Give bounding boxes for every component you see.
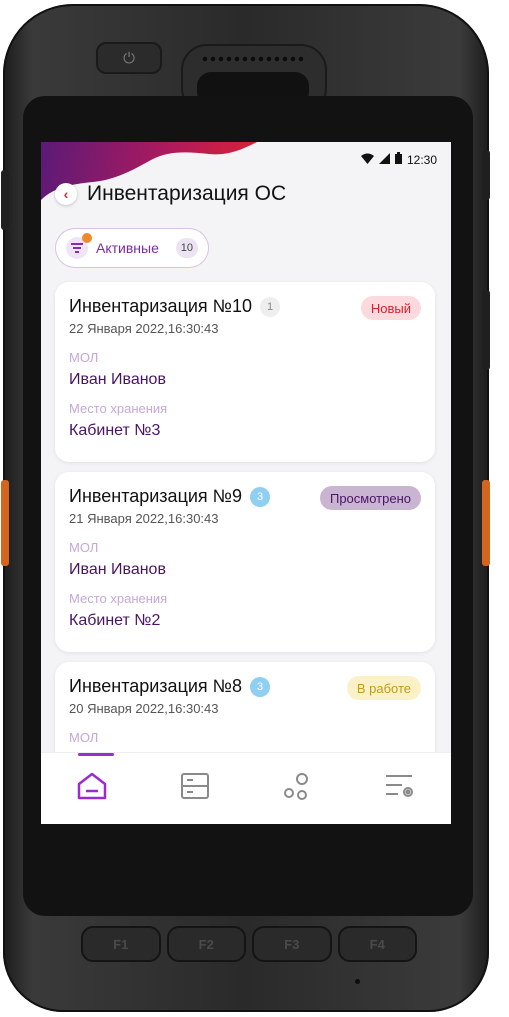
filter-indicator-dot [82, 233, 92, 243]
filter-count-badge: 10 [175, 238, 198, 258]
inventory-card[interactable]: Инвентаризация №10 1 Новый 22 Января 202… [55, 282, 435, 462]
f2-key[interactable]: F2 [166, 926, 246, 962]
storage-label: Место хранения [69, 401, 168, 416]
signal-icon [378, 152, 390, 167]
status-badge: В работе [346, 676, 421, 700]
clock: 12:30 [406, 152, 437, 167]
nav-circles[interactable] [267, 753, 327, 825]
speaker-grille [201, 54, 305, 64]
filter-chip[interactable]: Активные 10 [55, 228, 209, 268]
settings-list-icon [384, 772, 416, 805]
filter-icon [66, 233, 92, 259]
app-header: ‹ Инвентаризация ОС [55, 182, 286, 206]
page-title: Инвентаризация ОС [87, 182, 287, 205]
nav-home[interactable] [62, 752, 122, 825]
mol-label: МОЛ [69, 540, 99, 555]
card-count-badge: 3 [250, 486, 271, 507]
card-date: 21 Января 2022,16:30:43 [69, 511, 219, 526]
status-bar: 12:30 [360, 152, 437, 167]
function-keys: F1 F2 F3 F4 [81, 926, 417, 962]
mol-label: МОЛ [69, 730, 99, 745]
filter-label: Активные [96, 240, 159, 256]
left-scan-key[interactable] [1, 480, 9, 566]
battery-icon [394, 152, 402, 167]
microphone [355, 979, 360, 984]
mol-value: Иван Иванов [69, 371, 166, 388]
card-date: 20 Января 2022,16:30:43 [69, 701, 219, 716]
volume-key[interactable] [482, 290, 490, 370]
storage-value: Кабинет №3 [69, 422, 161, 439]
nav-settings[interactable] [370, 753, 430, 825]
storage-value: Кабинет №2 [69, 612, 161, 629]
f3-key[interactable]: F3 [252, 926, 332, 962]
card-count-badge: 1 [260, 296, 281, 317]
mol-value: Иван Иванов [69, 561, 166, 578]
circles-icon [282, 771, 312, 806]
card-title: Инвентаризация №8 [69, 676, 243, 696]
chevron-left-icon: ‹ [63, 186, 69, 202]
f4-key[interactable]: F4 [337, 926, 417, 962]
right-side-key-top[interactable] [482, 150, 490, 200]
app-screen: 12:30 ‹ Инвентаризация ОС Активные 10 Ин… [41, 142, 451, 824]
home-icon [76, 771, 108, 806]
power-button[interactable]: ⏻ [96, 42, 162, 74]
card-title: Инвентаризация №10 [69, 296, 253, 316]
back-button[interactable]: ‹ [55, 183, 77, 205]
card-date: 22 Января 2022,16:30:43 [69, 321, 219, 336]
wifi-icon [360, 153, 374, 167]
inventory-card[interactable]: Инвентаризация №9 3 Просмотрено 21 Январ… [55, 472, 435, 652]
status-badge: Просмотрено [319, 486, 421, 510]
mol-label: МОЛ [69, 350, 99, 365]
left-side-key-top[interactable] [1, 170, 9, 230]
storage-label: Место хранения [69, 591, 168, 606]
status-badge: Новый [360, 296, 421, 320]
card-count-badge: 3 [250, 676, 271, 697]
right-scan-key[interactable] [482, 480, 490, 566]
f1-key[interactable]: F1 [81, 926, 161, 962]
bottom-navigation [41, 752, 451, 824]
list-icon [180, 772, 210, 805]
card-title: Инвентаризация №9 [69, 486, 243, 506]
nav-list[interactable] [165, 753, 225, 825]
